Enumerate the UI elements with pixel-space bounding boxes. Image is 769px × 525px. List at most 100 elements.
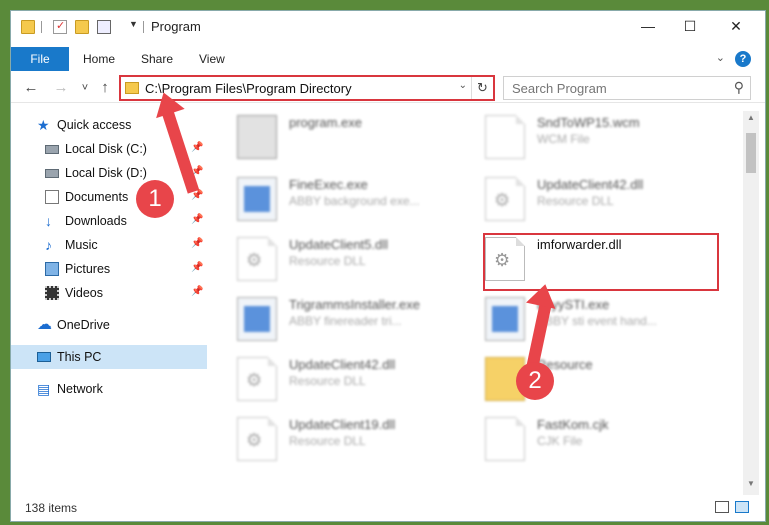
file-item[interactable]: program.exe: [217, 111, 453, 167]
dll-icon: [485, 177, 525, 221]
sidebar-item-this-pc[interactable]: This PC: [11, 345, 207, 369]
sidebar-item-music[interactable]: ♪ Music 📌: [11, 233, 207, 257]
folder-icon: [125, 82, 139, 94]
tab-home[interactable]: Home: [83, 47, 115, 71]
file-name: UpdateClient19.dll: [289, 417, 396, 432]
file-list: program.exe SndToWP15.wcm WCM File FineE…: [217, 111, 747, 491]
new-folder-icon[interactable]: [75, 20, 89, 34]
document-icon: [485, 417, 525, 461]
pin-icon: 📌: [191, 142, 204, 153]
pin-icon: 📌: [191, 214, 204, 225]
sidebar-item-videos[interactable]: Videos 📌: [11, 281, 207, 305]
file-item[interactable]: Resource: [465, 353, 701, 409]
folder-icon[interactable]: [21, 20, 35, 34]
sidebar-item-label: Local Disk (D:): [65, 166, 147, 180]
file-item[interactable]: SndToWP15.wcm WCM File: [465, 111, 701, 167]
sidebar-item-onedrive[interactable]: ☁ OneDrive: [11, 313, 207, 337]
sidebar-item-label: Network: [57, 382, 103, 396]
details-view-icon[interactable]: [715, 501, 729, 513]
file-type: Resource DLL: [289, 374, 366, 388]
quick-access-toolbar-dropdown-icon[interactable]: ▼: [129, 19, 138, 29]
help-icon[interactable]: ?: [735, 51, 751, 67]
scroll-down-icon[interactable]: ▼: [743, 479, 759, 493]
callout-badge-1: 1: [136, 180, 174, 218]
dll-icon: [237, 237, 277, 281]
file-item[interactable]: UpdateClient42.dll Resource DLL: [465, 173, 701, 229]
file-name: TrigrammsInstaller.exe: [289, 297, 420, 312]
dll-icon: [237, 417, 277, 461]
back-button[interactable]: ←: [21, 78, 41, 98]
navigation-bar: ← → ˅ ↑ C:\Program Files\Program Directo…: [11, 73, 765, 103]
customize-icon[interactable]: [97, 20, 111, 34]
up-button[interactable]: ↑: [95, 78, 115, 98]
sidebar-item-label: OneDrive: [57, 318, 110, 332]
sidebar-item-documents[interactable]: Documents 📌: [11, 185, 207, 209]
sidebar-item-label: Music: [65, 238, 98, 252]
file-name: program.exe: [289, 115, 362, 130]
tab-file[interactable]: File: [11, 47, 69, 71]
file-type: Resource DLL: [289, 434, 366, 448]
file-name: UpdateClient42.dll: [289, 357, 396, 372]
file-item[interactable]: UpdateClient19.dll Resource DLL: [217, 413, 453, 469]
navigation-pane: ★ Quick access Local Disk (C:) 📌 Local D…: [11, 111, 207, 503]
vertical-scrollbar[interactable]: ▲ ▼: [743, 111, 759, 495]
file-type: ABBY finereader tri...: [289, 314, 402, 328]
pin-icon: 📌: [191, 262, 204, 273]
file-type: Resource DLL: [537, 194, 614, 208]
pin-icon: 📌: [191, 286, 204, 297]
drive-icon: [45, 169, 59, 178]
file-item[interactable]: TrigrammsInstaller.exe ABBY finereader t…: [217, 293, 453, 349]
sidebar-item-downloads[interactable]: ↓ Downloads 📌: [11, 209, 207, 233]
minimize-button[interactable]: —: [625, 11, 671, 41]
search-input[interactable]: [504, 77, 724, 99]
file-name: UpdateClient5.dll: [289, 237, 389, 252]
download-icon: ↓: [45, 213, 52, 229]
sidebar-item-network[interactable]: ▤ Network: [11, 377, 207, 401]
large-icons-view-icon[interactable]: [735, 501, 749, 513]
videos-icon: [45, 286, 59, 300]
drive-icon: [45, 145, 59, 154]
sidebar-item-label: Quick access: [57, 118, 132, 132]
refresh-button[interactable]: ↻: [471, 77, 493, 99]
search-box[interactable]: ⚲: [503, 76, 751, 100]
scroll-thumb[interactable]: [746, 133, 756, 173]
pin-icon: 📌: [191, 238, 204, 249]
scroll-up-icon[interactable]: ▲: [743, 113, 759, 127]
sidebar-item-label: Videos: [65, 286, 103, 300]
music-icon: ♪: [45, 237, 52, 253]
document-icon: [485, 115, 525, 159]
pictures-icon: [45, 262, 59, 276]
file-item[interactable]: UpdateClient42.dll Resource DLL: [217, 353, 453, 409]
tab-share[interactable]: Share: [141, 47, 173, 71]
file-type: CJK File: [537, 434, 583, 448]
file-type: ABBY background exe...: [289, 194, 420, 208]
exe-icon: [485, 297, 525, 341]
cloud-icon: ☁: [37, 316, 52, 333]
sidebar-item-label: Local Disk (C:): [65, 142, 147, 156]
file-explorer-window: ▼ Program — ☐ ✕ File Home Share View ⌄ ?…: [10, 10, 766, 522]
expand-ribbon-icon[interactable]: ⌄: [716, 51, 725, 64]
sidebar-item-label: Documents: [65, 190, 129, 204]
dll-icon: [237, 357, 277, 401]
chevron-down-icon[interactable]: ⌄: [459, 80, 467, 91]
exe-icon: [237, 177, 277, 221]
file-item[interactable]: FastKom.cjk CJK File: [465, 413, 701, 469]
recent-locations-button[interactable]: ˅: [75, 78, 95, 98]
close-button[interactable]: ✕: [713, 11, 759, 41]
file-item[interactable]: FineExec.exe ABBY background exe...: [217, 173, 453, 229]
divider: [143, 21, 144, 33]
file-item[interactable]: UpdateClient5.dll Resource DLL: [217, 233, 453, 289]
search-icon[interactable]: ⚲: [734, 79, 744, 96]
sidebar-item-pictures[interactable]: Pictures 📌: [11, 257, 207, 281]
file-item[interactable]: bbyySTI.exe ABBY sti event hand...: [465, 293, 701, 349]
sidebar-item-label: Downloads: [65, 214, 127, 228]
file-name: FastKom.cjk: [537, 417, 609, 432]
file-type: ABBY sti event hand...: [537, 314, 657, 328]
file-name: UpdateClient42.dll: [537, 177, 644, 192]
file-name: FineExec.exe: [289, 177, 368, 192]
window-title: Program: [151, 19, 201, 34]
maximize-button[interactable]: ☐: [667, 11, 713, 41]
properties-check-icon[interactable]: [53, 19, 67, 34]
forward-button[interactable]: →: [51, 78, 71, 98]
tab-view[interactable]: View: [199, 47, 225, 71]
